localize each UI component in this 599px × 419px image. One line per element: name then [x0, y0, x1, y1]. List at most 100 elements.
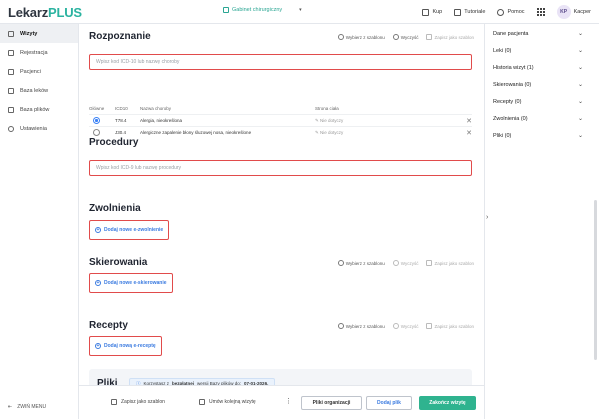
collapse-menu-button[interactable]: ⇤ ZWIŃ MENU	[8, 404, 46, 410]
panel-item-prescriptions[interactable]: Recepty (0) ⌄	[485, 93, 599, 110]
add-e-leave-label: Dodaj nowe e-zwolnienie	[104, 227, 164, 233]
choose-template-button[interactable]: Wybierz z szablonu	[337, 323, 385, 329]
panel-item-label: Historia wizyt (1)	[493, 64, 534, 71]
panel-item-leaves[interactable]: Zwolnienia (0) ⌄	[485, 110, 599, 127]
procedures-title: Procedury	[89, 137, 139, 148]
calendar-icon	[8, 30, 14, 37]
disease-name: Alergia, nieokreślona	[140, 118, 183, 123]
clear-label: Wyczyść	[400, 34, 419, 40]
main-diagnosis-radio[interactable]	[93, 128, 100, 136]
sidebar-item-settings[interactable]: Ustawienia	[0, 119, 78, 138]
more-options-icon[interactable]: ⋮	[285, 397, 292, 405]
table-row: T78.4 Alergia, nieokreślona ✎ Nie dotycz…	[89, 114, 472, 126]
tutorials-link[interactable]: Tutoriale	[454, 8, 485, 16]
plus-circle-icon	[337, 260, 344, 266]
chevron-down-icon: ⌄	[577, 65, 583, 71]
column-header-main: Główne	[89, 105, 105, 111]
save-template-button[interactable]: Zapisz jako szablon	[426, 34, 474, 40]
sidebar-item-drugs[interactable]: Baza leków	[0, 81, 78, 100]
clear-label: Wyczyść	[400, 260, 419, 266]
icd10-search-input[interactable]: Wpisz kod ICD-10 lub nazwę choroby	[89, 54, 472, 70]
sidebar-item-label: Baza plików	[20, 106, 50, 113]
choose-template-label: Wybierz z szablonu	[345, 323, 385, 329]
minus-circle-icon	[392, 323, 399, 329]
sidebar-item-label: Ustawienia	[20, 125, 47, 132]
body-side-field[interactable]: ✎ Nie dotyczy	[315, 118, 455, 124]
minus-circle-icon	[392, 34, 399, 40]
sidebar-item-files[interactable]: Baza plików	[0, 100, 78, 119]
cabinet-selector[interactable]: Gabinet chirurgiczny ▾	[223, 7, 302, 13]
save-template-label: Zapisz jako szablon	[434, 260, 474, 266]
apps-grid-icon[interactable]	[536, 8, 545, 16]
save-as-template-label: Zapisz jako szablon	[121, 399, 165, 405]
panel-item-referrals[interactable]: Skierowania (0) ⌄	[485, 76, 599, 93]
prescriptions-title: Recepty	[89, 320, 128, 331]
sidebar-item-label: Pacjenci	[20, 68, 41, 75]
main-diagnosis-radio[interactable]	[93, 116, 100, 124]
panel-item-drugs[interactable]: Leki (0) ⌄	[485, 42, 599, 59]
shop-link[interactable]: Kup	[422, 8, 443, 16]
logo-text: Lekarz	[8, 5, 48, 20]
finish-visit-button[interactable]: Zakończ wizytę	[419, 396, 476, 410]
add-e-prescription-button[interactable]: + Dodaj nową e-receptę	[89, 336, 162, 356]
panel-item-label: Recepty (0)	[493, 98, 522, 105]
prescriptions-actions: Wybierz z szablonu Wyczyść Zapisz jako s…	[337, 323, 474, 329]
shop-label: Kup	[432, 9, 443, 15]
add-e-leave-button[interactable]: + Dodaj nowe e-zwolnienie	[89, 220, 170, 240]
scrollbar[interactable]	[594, 200, 597, 360]
column-header-side: Strona ciała	[315, 105, 339, 111]
remove-diagnosis-icon[interactable]: ✕	[455, 117, 472, 125]
add-e-referral-button[interactable]: + Dodaj nowe e-skierowanie	[89, 273, 173, 293]
panel-item-files[interactable]: Pliki (0) ⌄	[485, 127, 599, 144]
org-files-button[interactable]: Pliki organizacji	[301, 396, 362, 410]
panel-item-label: Pliki (0)	[493, 132, 512, 139]
column-header-code: ICD10	[115, 105, 128, 111]
clear-button[interactable]: Wyczyść	[392, 260, 419, 266]
sidebar-item-registration[interactable]: Rejestracja	[0, 43, 78, 62]
choose-template-button[interactable]: Wybierz z szablonu	[337, 34, 385, 40]
clipboard-icon	[8, 49, 14, 56]
help-icon	[497, 8, 505, 16]
clear-button[interactable]: Wyczyść	[392, 34, 419, 40]
icd9-search-input[interactable]: Wpisz kod ICD-9 lub nazwę procedury	[89, 160, 472, 176]
leave-title: Zwolnienia	[89, 203, 141, 214]
user-menu[interactable]: KP Kacper	[556, 5, 591, 19]
save-icon	[111, 399, 117, 405]
help-label: Pomoc	[507, 9, 525, 15]
panel-item-visit-history[interactable]: Historia wizyt (1) ⌄	[485, 59, 599, 76]
diagnosis-title: Rozpoznanie	[89, 31, 151, 42]
choose-template-label: Wybierz z szablonu	[345, 260, 385, 266]
panel-item-label: Zwolnienia (0)	[493, 115, 528, 122]
sidebar-item-visits[interactable]: Wizyty	[0, 24, 78, 43]
sidebar-item-label: Rejestracja	[20, 49, 48, 56]
cart-icon	[422, 8, 430, 16]
save-template-button[interactable]: Zapisz jako szablon	[426, 323, 474, 329]
save-template-label: Zapisz jako szablon	[434, 34, 474, 40]
clear-label: Wyczyść	[400, 323, 419, 329]
patient-panel: Dane pacjenta ⌄ Leki (0) ⌄ Historia wizyt …	[484, 24, 599, 419]
remove-diagnosis-icon[interactable]: ✕	[455, 129, 472, 137]
sidebar-item-label: Baza leków	[20, 87, 49, 94]
app-logo[interactable]: LekarzPLUS	[8, 5, 82, 20]
referrals-title: Skierowania	[89, 257, 148, 268]
chevron-right-icon[interactable]: ›	[486, 214, 488, 221]
body-side-field[interactable]: ✎ Nie dotyczy	[315, 130, 455, 136]
sidebar-item-label: Wizyty	[20, 30, 38, 37]
help-link[interactable]: Pomoc	[497, 8, 525, 16]
plus-circle-icon: +	[95, 280, 101, 286]
add-e-prescription-label: Dodaj nową e-receptę	[104, 343, 156, 349]
avatar: KP	[556, 5, 571, 19]
choose-template-button[interactable]: Wybierz z szablonu	[337, 260, 385, 266]
save-as-template-link[interactable]: Zapisz jako szablon	[111, 399, 165, 405]
add-file-button[interactable]: Dodaj plik	[366, 396, 412, 410]
table-header: Główne ICD10 Nazwa choroby Strona ciała	[89, 102, 472, 114]
schedule-next-visit-link[interactable]: Umów kolejną wizytę	[199, 399, 256, 405]
choose-template-label: Wybierz z szablonu	[345, 34, 385, 40]
chevron-down-icon: ⌄	[577, 82, 583, 88]
gear-icon	[8, 125, 14, 132]
sidebar-item-patients[interactable]: Pacjenci	[0, 62, 78, 81]
clear-button[interactable]: Wyczyść	[392, 323, 419, 329]
save-template-button[interactable]: Zapisz jako szablon	[426, 260, 474, 266]
minus-circle-icon	[392, 260, 399, 266]
panel-item-patient-data[interactable]: Dane pacjenta ⌄	[485, 25, 599, 42]
